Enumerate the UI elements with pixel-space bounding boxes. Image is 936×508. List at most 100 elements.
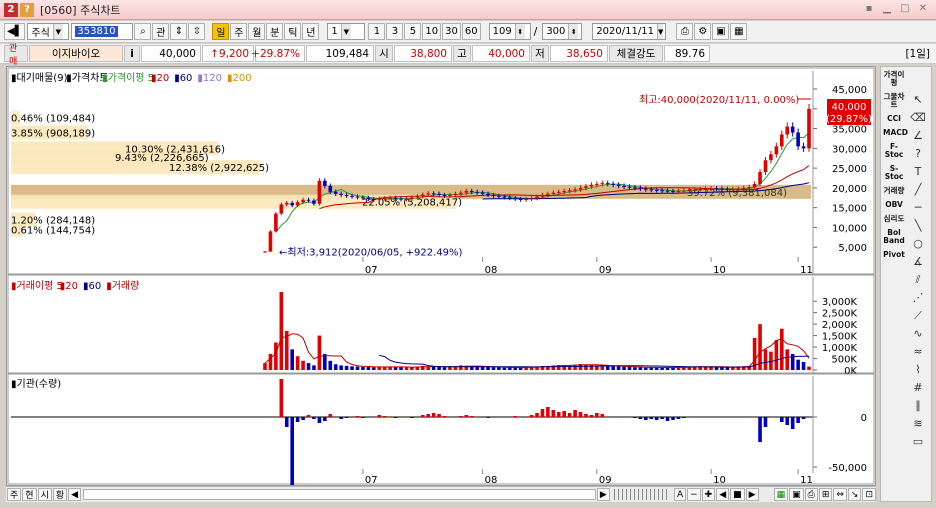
bottom-tab-0[interactable]: 주 <box>7 488 22 501</box>
interval-button-5[interactable]: 5 <box>404 23 422 40</box>
total-stepper[interactable]: 300 ⬍ <box>542 23 583 40</box>
line-icon[interactable]: ╱ <box>909 181 927 198</box>
inst-bar-38 <box>469 416 474 417</box>
close-icon[interactable]: ✕ <box>916 2 930 16</box>
interval-select[interactable]: 1 ▼ <box>327 23 366 40</box>
chart-control-1[interactable]: − <box>687 488 701 501</box>
gann-icon[interactable]: ⟋ <box>909 307 927 324</box>
cycle-icon[interactable]: ∿ <box>909 325 927 342</box>
cursor-icon[interactable]: ↖ <box>909 91 927 108</box>
grid-icon[interactable]: ⊞ <box>818 488 833 501</box>
window-icon[interactable]: ▭ <box>909 433 927 450</box>
scroll-left-icon[interactable]: ◀ <box>68 488 81 501</box>
auto-icon[interactable]: ≋ <box>909 415 927 432</box>
chart-control-2[interactable]: ✚ <box>701 488 716 501</box>
chart-svg[interactable]: 0.46% (109,484)3.85% (908,189)10.30% (2,… <box>7 67 875 485</box>
period-button-2[interactable]: 월 <box>248 23 266 40</box>
stepper-icon[interactable]: ⇳ <box>188 23 206 40</box>
angle-icon[interactable]: ∡ <box>909 253 927 270</box>
maximize-icon[interactable]: □ <box>898 2 912 16</box>
up-down-icon[interactable]: ⇕ <box>170 23 188 40</box>
chart-control-4[interactable]: ■ <box>730 488 745 501</box>
search-icon[interactable]: ⌕ <box>134 23 152 40</box>
volume-bar-43 <box>497 367 501 370</box>
settings-icon[interactable]: ⚙ <box>694 23 712 40</box>
fit-icon[interactable]: ⊡ <box>862 488 876 501</box>
chevron-down-icon[interactable]: ▼ <box>52 24 63 39</box>
bottom-tab-2[interactable]: 시 <box>37 488 52 501</box>
wave-icon[interactable]: ≈ <box>909 343 927 360</box>
spin-icon[interactable]: ⬍ <box>568 24 579 39</box>
count-stepper[interactable]: 109 ⬍ <box>488 23 531 40</box>
interval-button-10[interactable]: 10 <box>422 23 442 40</box>
period-button-0[interactable]: 일 <box>212 23 230 40</box>
chart-control-3[interactable]: ◀ <box>716 488 730 501</box>
interval-button-3[interactable]: 3 <box>386 23 404 40</box>
indicator-item-9[interactable]: Bol Band <box>883 229 905 245</box>
interval-button-60[interactable]: 60 <box>461 23 481 40</box>
price-tick-label-0: 45,000 <box>832 85 867 96</box>
indicator-item-1[interactable]: 그물차트 <box>883 93 905 109</box>
circle-icon[interactable]: ○ <box>909 235 927 252</box>
indicator-item-3[interactable]: MACD <box>883 129 908 137</box>
window-number-icon[interactable]: 2 <box>4 2 18 17</box>
code-input[interactable]: 353810 <box>71 23 134 40</box>
chevron-down-icon[interactable]: ▼ <box>340 24 351 39</box>
pin-icon[interactable]: ▪ <box>862 2 876 16</box>
indicator-item-7[interactable]: OBV <box>883 201 905 209</box>
grid-icon[interactable]: # <box>909 379 927 396</box>
scroll-track[interactable] <box>82 489 596 500</box>
zoom-slider[interactable] <box>613 489 667 500</box>
indicator-item-5[interactable]: S-Stoc <box>883 165 905 181</box>
scroll-right-icon[interactable]: ▶ <box>596 488 610 501</box>
print-icon[interactable]: ⎙ <box>804 488 818 501</box>
indicator-item-10[interactable]: Pivot <box>883 251 905 259</box>
eraser-icon[interactable]: ⌫ <box>909 109 927 126</box>
period-button-5[interactable]: 년 <box>302 23 320 40</box>
chart-control-5[interactable]: ▶ <box>745 488 759 501</box>
price-tick-label-2: 35,000 <box>832 125 867 136</box>
parallel-icon[interactable]: ⫽ <box>909 271 927 288</box>
question-icon[interactable]: ? <box>909 145 927 162</box>
text-icon[interactable]: T <box>909 163 927 180</box>
pattern-icon[interactable]: ⌇ <box>909 361 927 378</box>
bottom-tab-1[interactable]: 현 <box>22 488 37 501</box>
indicator-item-0[interactable]: 가격이평 <box>883 71 905 87</box>
fan-icon[interactable]: ⋰ <box>909 289 927 306</box>
print-icon[interactable]: ⎙ <box>676 23 694 40</box>
chart-area[interactable]: 0.46% (109,484) 3.85% (908,189) 10.30% (2,… <box>6 66 876 486</box>
interval-button-1[interactable]: 1 <box>368 23 386 40</box>
date-select[interactable]: 2020/11/11 ▼ <box>592 23 667 40</box>
indicator-item-8[interactable]: 심리도 <box>883 215 905 223</box>
save-icon[interactable]: ▣ <box>712 23 730 40</box>
inst-bar-14 <box>339 417 343 419</box>
arrow-icon[interactable]: ↘ <box>847 488 862 501</box>
code-value: 353810 <box>75 26 118 37</box>
bottom-tab-3[interactable]: 황 <box>52 488 68 501</box>
period-button-4[interactable]: 틱 <box>284 23 302 40</box>
indicator-item-4[interactable]: F-Stoc <box>883 143 905 159</box>
ray-icon[interactable]: ╲ <box>909 217 927 234</box>
period-button-3[interactable]: 분 <box>266 23 284 40</box>
help-icon[interactable]: ? <box>20 2 34 17</box>
gwan-button[interactable]: 관 <box>152 23 170 40</box>
inst-bar-30 <box>426 414 430 417</box>
expand-icon[interactable]: ⇔ <box>833 488 847 501</box>
info-button[interactable]: i <box>124 45 140 62</box>
fibonacci-icon[interactable]: ∠ <box>909 127 927 144</box>
chart-control-0[interactable]: A <box>673 488 687 501</box>
chevron-down-icon[interactable]: ▼ <box>656 24 664 39</box>
excel-icon[interactable]: ▦ <box>773 488 789 501</box>
indicator-item-2[interactable]: CCI <box>883 115 905 123</box>
minimize-icon[interactable]: ▁ <box>880 2 894 16</box>
market-select[interactable]: 주식 ▼ <box>27 23 70 40</box>
save-icon[interactable]: ▣ <box>789 488 804 501</box>
prev-window-icon[interactable]: ◀▌ <box>4 23 26 40</box>
interval-button-30[interactable]: 30 <box>442 23 461 40</box>
channel-icon[interactable]: ∥ <box>909 397 927 414</box>
period-button-1[interactable]: 주 <box>230 23 248 40</box>
indicator-item-6[interactable]: 거래량 <box>883 187 905 195</box>
hline-icon[interactable]: ─ <box>909 199 927 216</box>
spin-icon[interactable]: ⬍ <box>514 24 525 39</box>
table-icon[interactable]: ▦ <box>730 23 748 40</box>
